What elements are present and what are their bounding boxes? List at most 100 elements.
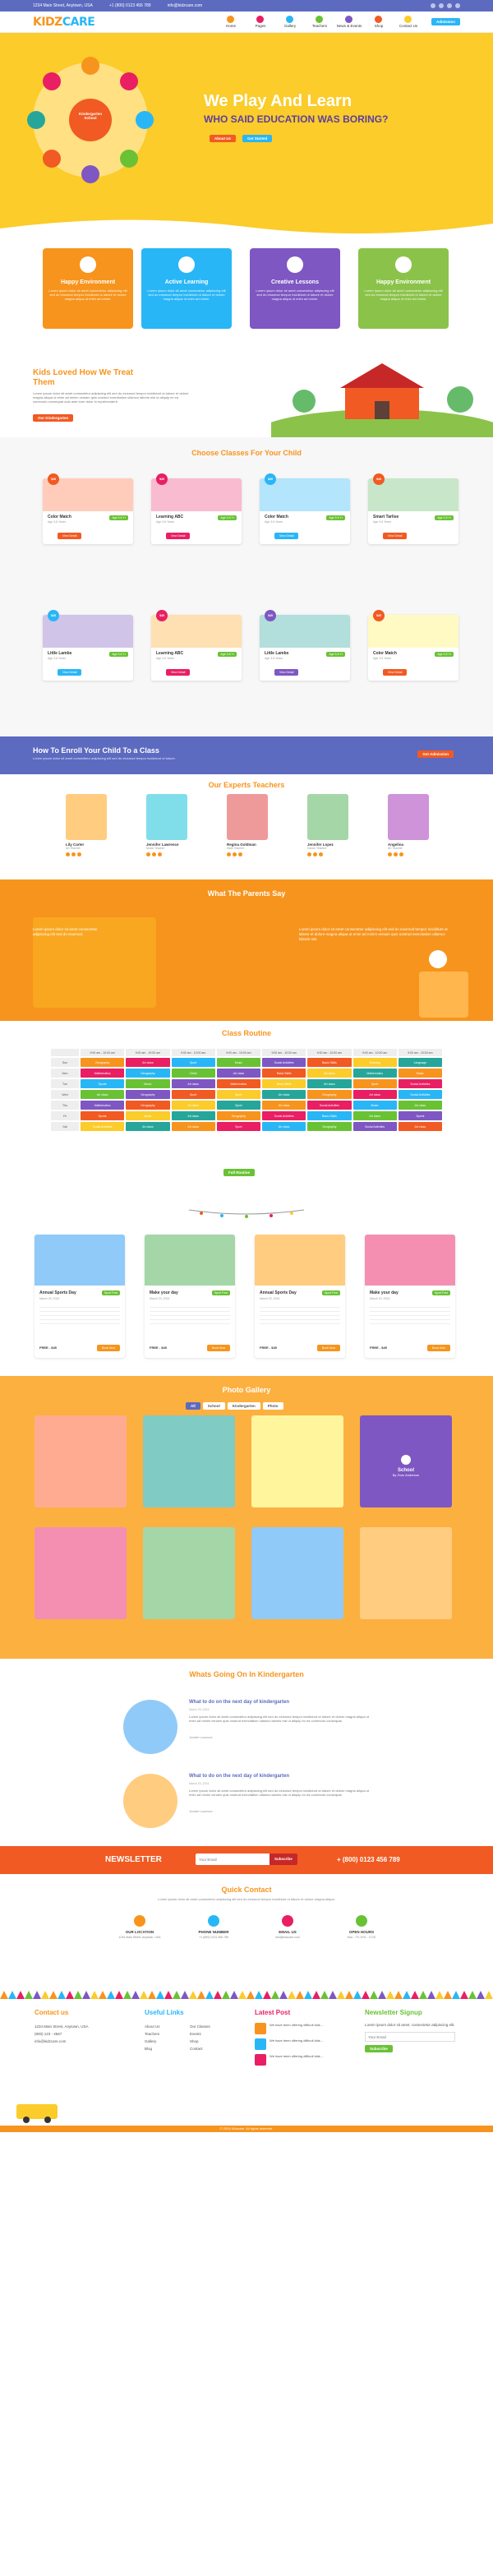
- nav-home[interactable]: Home: [218, 16, 244, 28]
- get-admission-button[interactable]: Get Admission: [417, 750, 454, 758]
- filter-all[interactable]: All: [186, 1402, 200, 1410]
- full-routine-button[interactable]: Full Routine: [223, 1169, 255, 1176]
- routine-cell: Music: [216, 1058, 260, 1067]
- routine-cell: Art class: [307, 1069, 352, 1078]
- nav-teachers[interactable]: Teachers: [306, 16, 333, 28]
- linkedin-icon[interactable]: [238, 852, 242, 856]
- book-now-button[interactable]: Book Now: [207, 1345, 230, 1351]
- class-card[interactable]: $45 Little Lambs Age 3-5 Years Age 3-5 Y…: [43, 610, 133, 681]
- linkedin-icon[interactable]: [399, 852, 403, 856]
- linkedin-icon[interactable]: [319, 852, 323, 856]
- linkedin-icon[interactable]: [77, 852, 81, 856]
- facebook-icon[interactable]: [227, 852, 231, 856]
- facebook-icon[interactable]: [66, 852, 70, 856]
- footer-subscribe-button[interactable]: Subscribe: [365, 2045, 393, 2052]
- gallery-photo[interactable]: [360, 1527, 452, 1619]
- facebook-icon[interactable]: [146, 852, 150, 856]
- view-detail-button[interactable]: View Detail: [166, 669, 191, 676]
- newsletter-email-input[interactable]: [196, 1854, 270, 1865]
- nav-pages[interactable]: Pages: [247, 16, 274, 28]
- teacher-card[interactable]: Lily Carter Art Teacher: [66, 794, 107, 870]
- footer-link[interactable]: Our Classes: [190, 2023, 235, 2030]
- class-card[interactable]: $45 Learning ABC Age 3-5 Years Age 3-5 Y…: [151, 610, 242, 681]
- twitter-icon[interactable]: [152, 852, 156, 856]
- footer-link[interactable]: Contact: [190, 2045, 235, 2052]
- footer-post[interactable]: We have been offering difficult kids ...: [255, 2023, 345, 2034]
- event-card[interactable]: Annual Sports Day March 23, 2024 Sport F…: [35, 1235, 125, 1358]
- event-card[interactable]: Make your day March 23, 2024 Sport Fest …: [145, 1235, 235, 1358]
- facebook-icon[interactable]: [431, 3, 435, 8]
- teacher-card[interactable]: Jennifer Lawrence Music Teacher: [146, 794, 187, 870]
- logo[interactable]: KIDZCARE: [33, 16, 95, 29]
- filter-photo[interactable]: Photo: [262, 1402, 283, 1410]
- class-card[interactable]: $45 Color Match Age 3-5 Years Age 3-5 Yr…: [368, 610, 458, 681]
- teacher-card[interactable]: Regina Goldman Math Teacher: [227, 794, 268, 870]
- nav-gallery[interactable]: Gallery: [277, 16, 303, 28]
- footer-link[interactable]: Events: [190, 2030, 235, 2038]
- facebook-icon[interactable]: [307, 852, 311, 856]
- routine-cell: Mathematics: [216, 1079, 260, 1088]
- gallery-photo[interactable]: [143, 1415, 235, 1507]
- facebook-icon[interactable]: [388, 852, 392, 856]
- gallery-photo[interactable]: [35, 1527, 127, 1619]
- twitter-icon[interactable]: [233, 852, 237, 856]
- class-card[interactable]: $45 Little Lambs Age 3-5 Years Age 3-5 Y…: [260, 610, 350, 681]
- book-now-button[interactable]: Book Now: [427, 1345, 450, 1351]
- subscribe-button[interactable]: Subscribe: [270, 1854, 297, 1865]
- footer-email[interactable]: info@kidzcare.com: [35, 2038, 125, 2045]
- view-detail-button[interactable]: View Detail: [58, 669, 82, 676]
- admission-button[interactable]: Admission: [431, 18, 460, 25]
- nav-contact[interactable]: Contact Us: [395, 16, 422, 28]
- blog-post[interactable]: What to do on the next day of kindergart…: [123, 1769, 378, 1835]
- gallery-photo[interactable]: [143, 1527, 235, 1619]
- class-card[interactable]: $45 Smart Tarlise Age 3-5 Years Age 3-5 …: [368, 473, 458, 544]
- linkedin-icon[interactable]: [158, 852, 162, 856]
- our-kindergarten-button[interactable]: Our Kindergarten: [33, 414, 74, 422]
- view-detail-button[interactable]: View Detail: [274, 669, 299, 676]
- book-now-button[interactable]: Book Now: [97, 1345, 120, 1351]
- class-card[interactable]: $45 Color Match Age 3-5 Years Age 3-5 Yr…: [43, 473, 133, 544]
- footer-post[interactable]: We have been offering difficult kids ...: [255, 2038, 345, 2050]
- filter-school[interactable]: School: [202, 1402, 225, 1410]
- footer-link[interactable]: Teachers: [145, 2030, 190, 2038]
- class-card[interactable]: $45 Color Match Age 3-5 Years Age 3-5 Yr…: [260, 473, 350, 544]
- footer-link[interactable]: Blog: [145, 2045, 190, 2052]
- event-card[interactable]: Make your day March 23, 2024 Sport Fest …: [365, 1235, 455, 1358]
- twitter-icon[interactable]: [313, 852, 317, 856]
- twitter-icon[interactable]: [394, 852, 398, 856]
- blog-post[interactable]: What to do on the next day of kindergart…: [123, 1695, 378, 1761]
- footer-link[interactable]: Gallery: [145, 2038, 190, 2045]
- footer-post[interactable]: We have been offering difficult kids ...: [255, 2054, 345, 2066]
- twitter-icon[interactable]: [439, 3, 444, 8]
- get-started-button[interactable]: Get Started: [242, 135, 273, 142]
- pinterest-icon[interactable]: [455, 3, 460, 8]
- gallery-photo[interactable]: [251, 1415, 343, 1507]
- view-detail-button[interactable]: View Detail: [274, 533, 299, 539]
- gallery-hover-tile[interactable]: School By Jhon Anderson: [360, 1415, 452, 1507]
- view-detail-button[interactable]: View Detail: [166, 533, 191, 539]
- teacher-card[interactable]: Jennifer Lopez Dance Teacher: [307, 794, 348, 870]
- footer-link[interactable]: About Us: [145, 2023, 190, 2030]
- top-bar: 1234 Main Street, Anytown, USA +1 (800) …: [0, 0, 493, 12]
- instagram-icon[interactable]: [447, 3, 452, 8]
- class-card[interactable]: $45 Learning ABC Age 3-5 Years Age 3-5 Y…: [151, 473, 242, 544]
- flag-triangle: [164, 1991, 173, 1999]
- gallery-photo[interactable]: [251, 1527, 343, 1619]
- contact-icon: [356, 1915, 367, 1927]
- nav-shop[interactable]: Shop: [366, 16, 392, 28]
- hero: Kindergarten School We Play And Learn WH…: [0, 33, 493, 237]
- about-us-button[interactable]: About Us: [210, 135, 236, 142]
- twitter-icon[interactable]: [71, 852, 76, 856]
- teacher-card[interactable]: Angelina Art Teacher: [388, 794, 429, 870]
- nav-news[interactable]: News & Events: [336, 16, 362, 28]
- view-detail-button[interactable]: View Detail: [58, 533, 82, 539]
- filter-kindergarten[interactable]: Kindergarten: [227, 1402, 260, 1410]
- view-detail-button[interactable]: View Detail: [383, 669, 408, 676]
- event-card[interactable]: Annual Sports Day March 23, 2024 Sport F…: [255, 1235, 345, 1358]
- book-now-button[interactable]: Book Now: [317, 1345, 340, 1351]
- gallery-photo[interactable]: [35, 1415, 127, 1507]
- view-detail-button[interactable]: View Detail: [383, 533, 408, 539]
- routine-time: 9:00 am - 10:00 am: [262, 1049, 306, 1056]
- footer-email-input[interactable]: [365, 2032, 455, 2042]
- footer-link[interactable]: Shop: [190, 2038, 235, 2045]
